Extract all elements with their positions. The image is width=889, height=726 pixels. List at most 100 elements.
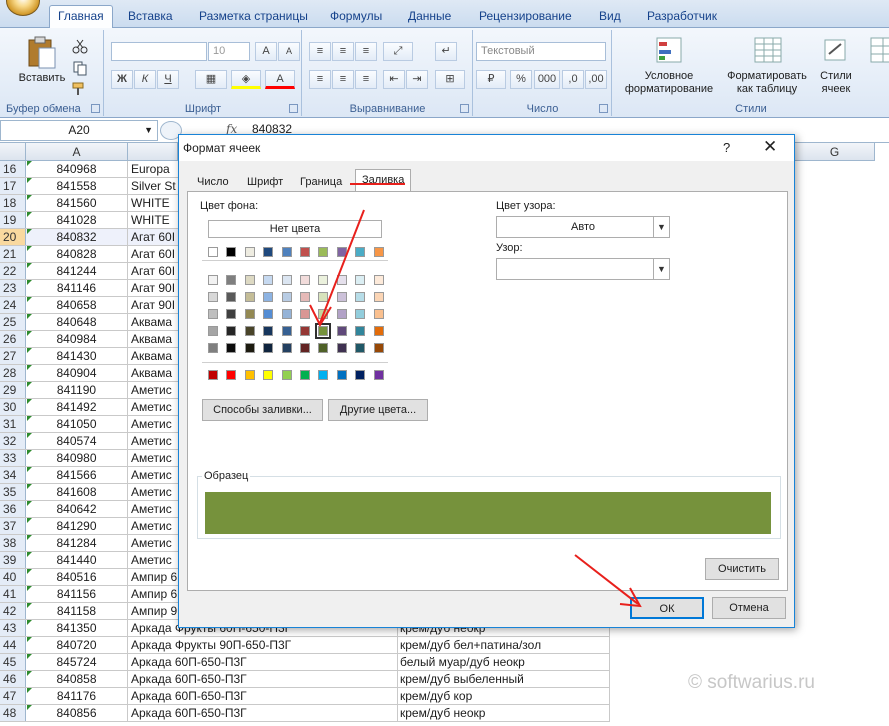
- cell-a[interactable]: 840832: [26, 229, 128, 245]
- color-swatch[interactable]: [281, 326, 292, 336]
- align-center-button[interactable]: ≡: [332, 70, 354, 89]
- cell-a[interactable]: 840984: [26, 331, 128, 347]
- color-swatch[interactable]: [281, 370, 292, 380]
- tab-review[interactable]: Рецензирование: [479, 6, 572, 28]
- cell-c[interactable]: крем/дуб кор: [398, 688, 610, 704]
- row-header[interactable]: 32: [0, 433, 26, 449]
- color-swatch[interactable]: [318, 370, 329, 380]
- tab-home[interactable]: Главная: [49, 5, 113, 29]
- color-swatch[interactable]: [244, 343, 255, 353]
- more-colors-button[interactable]: Другие цвета...: [328, 399, 428, 421]
- fill-color-button[interactable]: ◈: [231, 70, 261, 89]
- color-swatch[interactable]: [281, 343, 292, 353]
- copy-icon[interactable]: [72, 60, 88, 76]
- grow-font-button[interactable]: A: [255, 42, 277, 61]
- color-swatch[interactable]: [355, 370, 366, 380]
- color-swatch[interactable]: [300, 275, 310, 285]
- color-swatch[interactable]: [355, 343, 366, 353]
- color-swatch[interactable]: [226, 343, 237, 353]
- color-swatch[interactable]: [355, 292, 366, 302]
- cell-a[interactable]: 845724: [26, 654, 128, 670]
- color-swatch[interactable]: [263, 309, 274, 319]
- cut-icon[interactable]: [72, 38, 88, 54]
- cancel-button[interactable]: Отмена: [712, 597, 786, 619]
- merge-center-button[interactable]: ⊞: [435, 70, 465, 89]
- row-header[interactable]: 37: [0, 518, 26, 534]
- tab-number[interactable]: Число: [197, 173, 229, 191]
- row-header[interactable]: 29: [0, 382, 26, 398]
- cell-a[interactable]: 841158: [26, 603, 128, 619]
- color-swatch[interactable]: [373, 247, 384, 257]
- column-header-g[interactable]: G: [795, 143, 875, 161]
- color-swatch[interactable]: [244, 275, 255, 285]
- color-swatch[interactable]: [318, 292, 329, 302]
- row-header[interactable]: 26: [0, 331, 26, 347]
- color-swatch[interactable]: [300, 292, 310, 302]
- color-swatch[interactable]: [208, 247, 218, 257]
- color-swatch[interactable]: [208, 309, 218, 319]
- row-header[interactable]: 42: [0, 603, 26, 619]
- row-header[interactable]: 16: [0, 161, 26, 177]
- name-box-dropdown-icon[interactable]: ▼: [144, 121, 153, 140]
- color-swatch[interactable]: [318, 343, 329, 353]
- tab-view[interactable]: Вид: [599, 6, 621, 28]
- color-swatch[interactable]: [336, 343, 347, 353]
- cell-a[interactable]: 841440: [26, 552, 128, 568]
- color-swatch[interactable]: [318, 275, 329, 285]
- color-swatch[interactable]: [208, 370, 218, 380]
- row-header[interactable]: 31: [0, 416, 26, 432]
- cell-a[interactable]: 841156: [26, 586, 128, 602]
- row-header[interactable]: 19: [0, 212, 26, 228]
- font-size-box[interactable]: 10: [208, 42, 250, 61]
- font-launcher-icon[interactable]: [289, 104, 298, 113]
- color-swatch[interactable]: [355, 309, 366, 319]
- ok-button[interactable]: ОК: [630, 597, 704, 619]
- color-swatch[interactable]: [336, 370, 347, 380]
- color-swatch[interactable]: [300, 247, 310, 257]
- office-button[interactable]: [6, 0, 40, 16]
- cell-a[interactable]: 841608: [26, 484, 128, 500]
- format-painter-icon[interactable]: [72, 82, 88, 96]
- row-header[interactable]: 36: [0, 501, 26, 517]
- tab-fill[interactable]: Заливка: [355, 169, 412, 192]
- tab-border[interactable]: Граница: [300, 173, 342, 191]
- cell-a[interactable]: 841290: [26, 518, 128, 534]
- font-color-button[interactable]: A: [265, 70, 295, 89]
- color-swatch[interactable]: [300, 343, 310, 353]
- color-swatch[interactable]: [208, 275, 218, 285]
- conditional-formatting-button[interactable]: Условное форматирование: [613, 70, 725, 96]
- cell-a[interactable]: 840980: [26, 450, 128, 466]
- row-header[interactable]: 44: [0, 637, 26, 653]
- cell-c[interactable]: крем/дуб неокр: [398, 705, 610, 721]
- increase-decimal-button[interactable]: ,0: [562, 70, 584, 89]
- color-swatch[interactable]: [336, 309, 347, 319]
- row-header[interactable]: 21: [0, 246, 26, 262]
- color-swatch[interactable]: [336, 326, 347, 336]
- pattern-color-select[interactable]: Авто ▼: [496, 216, 670, 238]
- row-header[interactable]: 48: [0, 705, 26, 721]
- chevron-down-icon[interactable]: ▼: [653, 217, 669, 237]
- row-header[interactable]: 18: [0, 195, 26, 211]
- color-swatch[interactable]: [300, 370, 310, 380]
- help-button[interactable]: ?: [723, 140, 730, 155]
- row-header[interactable]: 43: [0, 620, 26, 636]
- align-middle-button[interactable]: ≡: [332, 42, 354, 61]
- chevron-down-icon[interactable]: ▼: [653, 259, 669, 279]
- cell-a[interactable]: 841350: [26, 620, 128, 636]
- color-swatch[interactable]: [373, 309, 384, 319]
- name-box[interactable]: A20 ▼: [0, 120, 158, 141]
- borders-button[interactable]: ▦: [195, 70, 227, 89]
- cell-a[interactable]: 840516: [26, 569, 128, 585]
- cell-a[interactable]: 841050: [26, 416, 128, 432]
- color-swatch[interactable]: [208, 343, 218, 353]
- select-all-corner[interactable]: [0, 143, 26, 161]
- close-button[interactable]: ✕: [763, 137, 777, 157]
- paste-icon[interactable]: [25, 34, 59, 70]
- cell-a[interactable]: 840648: [26, 314, 128, 330]
- color-swatch[interactable]: [373, 343, 384, 353]
- color-swatch[interactable]: [263, 370, 274, 380]
- align-bottom-button[interactable]: ≡: [355, 42, 377, 61]
- row-header[interactable]: 45: [0, 654, 26, 670]
- color-swatch[interactable]: [208, 326, 218, 336]
- font-name-box[interactable]: [111, 42, 207, 61]
